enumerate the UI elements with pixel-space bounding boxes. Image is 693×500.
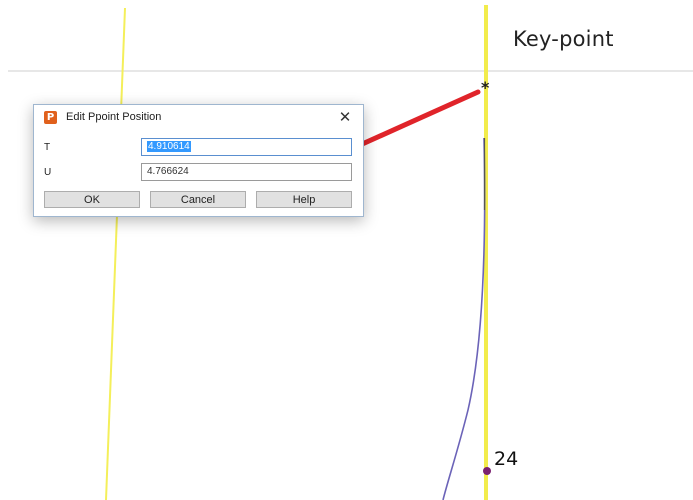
edit-ppoint-dialog: P Edit Ppoint Position ✕ T 4.910614 U 4.… [33, 104, 364, 217]
field-row-u: U 4.766624 [34, 163, 363, 183]
ok-button[interactable]: OK [44, 191, 140, 208]
u-value-input[interactable]: 4.766624 [141, 163, 352, 181]
cancel-button[interactable]: Cancel [150, 191, 246, 208]
t-value-text: 4.910614 [147, 141, 191, 152]
field-label-t: T [44, 142, 51, 153]
field-row-t: T 4.910614 [34, 138, 363, 158]
point-marker[interactable] [483, 467, 491, 475]
keypoint-label: Key-point [513, 27, 614, 51]
app-logo-icon: P [44, 111, 57, 124]
curve-path [442, 137, 486, 500]
close-icon[interactable]: ✕ [335, 108, 355, 126]
field-label-u: U [44, 167, 52, 178]
u-value-text: 4.766624 [147, 166, 189, 177]
keypoint-asterisk: * [481, 78, 490, 97]
point-number-label: 24 [494, 448, 519, 470]
left-guide-line [105, 7, 126, 500]
dialog-titlebar[interactable]: P Edit Ppoint Position ✕ [34, 105, 363, 131]
help-button[interactable]: Help [256, 191, 352, 208]
dialog-title: Edit Ppoint Position [66, 111, 162, 123]
t-value-input[interactable]: 4.910614 [141, 138, 352, 156]
drawing-canvas[interactable] [0, 0, 693, 500]
